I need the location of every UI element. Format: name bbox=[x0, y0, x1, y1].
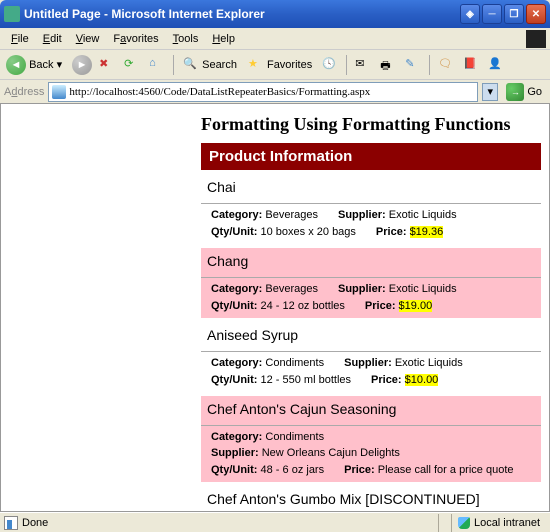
supplier-value: Exotic Liquids bbox=[395, 357, 463, 369]
address-input[interactable] bbox=[69, 86, 474, 98]
research-button[interactable]: 📕 bbox=[460, 54, 482, 76]
zone-pane: Local intranet bbox=[451, 514, 546, 532]
throbber-icon bbox=[526, 30, 546, 48]
menubar: File Edit View Favorites Tools Help bbox=[0, 28, 550, 50]
menu-favorites[interactable]: Favorites bbox=[106, 31, 165, 47]
search-button[interactable]: 🔍Search bbox=[179, 54, 241, 76]
supplier-label: Supplier: bbox=[211, 447, 259, 459]
product-item: Chef Anton's Cajun Seasoning Category: Co… bbox=[201, 396, 541, 482]
qty-label: Qty/Unit: bbox=[211, 374, 257, 386]
supplier-value: New Orleans Cajun Delights bbox=[262, 447, 400, 459]
stop-button[interactable]: ✖ bbox=[96, 54, 118, 76]
back-button[interactable]: ◄ Back ▾ bbox=[4, 54, 68, 76]
product-name: Chef Anton's Cajun Seasoning bbox=[201, 396, 541, 426]
category-value: Condiments bbox=[265, 431, 324, 443]
info-banner: Product Information bbox=[201, 143, 541, 170]
qty-label: Qty/Unit: bbox=[211, 464, 257, 476]
price-label: Price: bbox=[371, 374, 402, 386]
price-label: Price: bbox=[344, 464, 375, 476]
qty-value: 24 - 12 oz bottles bbox=[261, 300, 345, 312]
product-name: Chef Anton's Gumbo Mix [DISCONTINUED] bbox=[201, 486, 541, 512]
qty-value: 12 - 550 ml bottles bbox=[261, 374, 352, 386]
separator bbox=[429, 55, 430, 75]
supplier-label: Supplier: bbox=[344, 357, 392, 369]
window-buttons: ◈ ─ ❐ ✕ bbox=[460, 4, 546, 24]
status-bar: Done Local intranet bbox=[0, 512, 550, 532]
window-title: Untitled Page - Microsoft Internet Explo… bbox=[24, 7, 460, 21]
refresh-button[interactable]: ⟳ bbox=[121, 54, 143, 76]
price-value: $19.00 bbox=[399, 300, 433, 312]
qty-value: 48 - 6 oz jars bbox=[261, 464, 325, 476]
category-value: Beverages bbox=[265, 283, 318, 295]
qty-label: Qty/Unit: bbox=[211, 226, 257, 238]
titlebar: Untitled Page - Microsoft Internet Explo… bbox=[0, 0, 550, 28]
zone-text: Local intranet bbox=[474, 517, 540, 529]
address-label: Address bbox=[4, 86, 44, 98]
category-value: Condiments bbox=[265, 357, 324, 369]
price-value: Please call for a price quote bbox=[378, 464, 514, 476]
supplier-label: Supplier: bbox=[338, 209, 386, 221]
category-label: Category: bbox=[211, 283, 262, 295]
menu-file[interactable]: File bbox=[4, 31, 36, 47]
menu-help[interactable]: Help bbox=[205, 31, 242, 47]
close-button[interactable]: ✕ bbox=[526, 4, 546, 24]
qty-value: 10 boxes x 20 bags bbox=[261, 226, 356, 238]
product-item: Chang Category: Beverages Supplier: Exotic… bbox=[201, 248, 541, 318]
go-button[interactable]: →Go bbox=[502, 83, 546, 101]
page-icon bbox=[52, 85, 66, 99]
product-name: Aniseed Syrup bbox=[201, 322, 541, 352]
menu-edit[interactable]: Edit bbox=[36, 31, 69, 47]
minimize-button[interactable]: ─ bbox=[482, 4, 502, 24]
address-field[interactable] bbox=[48, 82, 478, 102]
mail-button[interactable]: ✉ bbox=[352, 54, 374, 76]
favorites-button[interactable]: ★Favorites bbox=[244, 54, 316, 76]
qty-label: Qty/Unit: bbox=[211, 300, 257, 312]
discuss-button[interactable]: 🗨 bbox=[435, 54, 457, 76]
alt-button[interactable]: ◈ bbox=[460, 4, 480, 24]
price-label: Price: bbox=[365, 300, 396, 312]
category-value: Beverages bbox=[265, 209, 318, 221]
page-heading: Formatting Using Formatting Functions bbox=[201, 114, 549, 135]
address-dropdown[interactable]: ▾ bbox=[482, 83, 498, 101]
toolbar: ◄ Back ▾ ► ✖ ⟳ ⌂ 🔍Search ★Favorites 🕓 ✉ … bbox=[0, 50, 550, 80]
home-button[interactable]: ⌂ bbox=[146, 54, 168, 76]
category-label: Category: bbox=[211, 357, 262, 369]
category-label: Category: bbox=[211, 431, 262, 443]
price-label: Price: bbox=[376, 226, 407, 238]
ie-icon bbox=[4, 6, 20, 22]
status-text: Done bbox=[22, 517, 48, 529]
edit-button[interactable]: ✎ bbox=[402, 54, 424, 76]
content-area[interactable]: Formatting Using Formatting Functions Pr… bbox=[0, 104, 550, 512]
menu-tools[interactable]: Tools bbox=[166, 31, 206, 47]
separator bbox=[346, 55, 347, 75]
supplier-value: Exotic Liquids bbox=[389, 209, 457, 221]
print-button[interactable]: 🖶 bbox=[377, 54, 399, 76]
messenger-button[interactable]: 👤 bbox=[485, 54, 507, 76]
product-name: Chai bbox=[201, 174, 541, 204]
doc-icon bbox=[4, 516, 18, 530]
product-item: Chai Category: Beverages Supplier: Exotic … bbox=[201, 174, 541, 244]
maximize-button[interactable]: ❐ bbox=[504, 4, 524, 24]
category-label: Category: bbox=[211, 209, 262, 221]
menu-view[interactable]: View bbox=[69, 31, 107, 47]
product-item: Chef Anton's Gumbo Mix [DISCONTINUED]Cat… bbox=[201, 486, 541, 512]
separator bbox=[173, 55, 174, 75]
status-pane bbox=[438, 514, 451, 532]
supplier-label: Supplier: bbox=[338, 283, 386, 295]
price-value: $10.00 bbox=[405, 374, 439, 386]
forward-button[interactable]: ► bbox=[71, 54, 93, 76]
product-item: Aniseed Syrup Category: Condiments Supplie… bbox=[201, 322, 541, 392]
address-bar: Address ▾ →Go bbox=[0, 80, 550, 104]
zone-icon bbox=[458, 517, 470, 529]
supplier-value: Exotic Liquids bbox=[389, 283, 457, 295]
product-name: Chang bbox=[201, 248, 541, 278]
history-button[interactable]: 🕓 bbox=[319, 54, 341, 76]
price-value: $19.36 bbox=[410, 226, 444, 238]
